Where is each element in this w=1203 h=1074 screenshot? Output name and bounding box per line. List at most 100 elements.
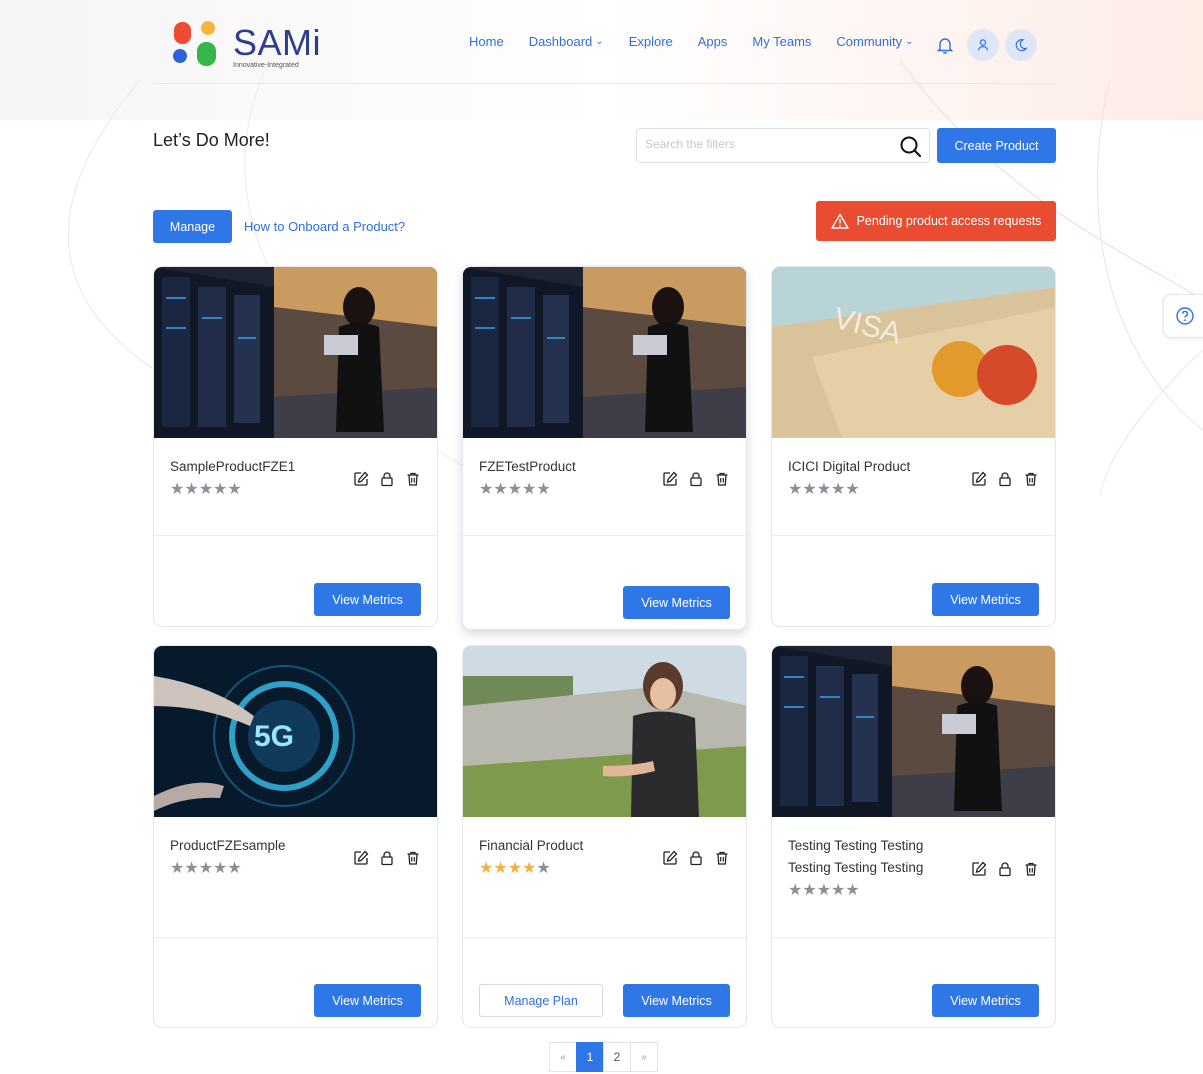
product-name: ICICI Digital Product (788, 459, 911, 474)
card-actions (652, 471, 730, 487)
product-name: ProductFZEsample (170, 838, 286, 853)
card-actions (343, 850, 421, 866)
lock-icon[interactable] (997, 471, 1013, 487)
svg-text:5G: 5G (254, 720, 294, 753)
view-metrics-button[interactable]: View Metrics (314, 984, 421, 1017)
product-card: 5G ProductFZEsample ★★★★★ View Metrics (153, 645, 438, 1028)
pending-requests-button[interactable]: Pending product access requests (816, 201, 1056, 241)
star-rating: ★★★★★ (788, 882, 860, 899)
product-image-server-room (772, 646, 1055, 817)
product-card: Financial Product ★★★★★ Manage Plan View… (462, 645, 747, 1028)
star-rating: ★★★★★ (479, 860, 551, 877)
trash-icon[interactable] (1023, 471, 1039, 487)
moon-icon (1015, 39, 1028, 52)
card-divider (772, 937, 1055, 938)
pagination-page-2[interactable]: 2 (603, 1042, 631, 1072)
product-name: Testing Testing Testing Testing Testing … (788, 838, 924, 875)
card-actions (343, 471, 421, 487)
view-metrics-button[interactable]: View Metrics (314, 583, 421, 616)
help-icon (1176, 307, 1194, 325)
product-image-server-room (463, 267, 746, 438)
product-card: FZETestProduct ★★★★★ View Metrics (462, 266, 747, 630)
search-icon[interactable] (899, 135, 923, 159)
nav-dashboard[interactable]: Dashboard ⌄ (529, 34, 604, 49)
nav-dashboard-label: Dashboard (528, 34, 593, 49)
page: SAMi Innovative-Integrated Home Dashboar… (0, 0, 1203, 1074)
star-rating: ★★★★★ (170, 860, 242, 877)
edit-icon[interactable] (353, 850, 369, 866)
help-button[interactable] (1163, 294, 1203, 338)
edit-icon[interactable] (662, 850, 678, 866)
product-image-5g-hand: 5G (154, 646, 437, 817)
card-divider (154, 535, 437, 536)
edit-icon[interactable] (971, 861, 987, 877)
product-card: Testing Testing Testing Testing Testing … (771, 645, 1056, 1028)
user-icon (977, 39, 989, 51)
product-name: SampleProductFZE1 (170, 459, 296, 474)
product-image-credit-cards: VISA (772, 267, 1055, 438)
edit-icon[interactable] (971, 471, 987, 487)
manage-button[interactable]: Manage (153, 210, 232, 243)
create-product-button[interactable]: Create Product (937, 128, 1056, 163)
manage-plan-button[interactable]: Manage Plan (479, 984, 603, 1017)
main-nav: Home Dashboard ⌄ Explore Apps My Teams Co… (469, 34, 939, 49)
view-metrics-button[interactable]: View Metrics (623, 984, 730, 1017)
card-divider (154, 937, 437, 938)
edit-icon[interactable] (662, 471, 678, 487)
search-field[interactable] (636, 128, 930, 163)
view-metrics-button[interactable]: View Metrics (932, 583, 1039, 616)
nav-community[interactable]: Community ⌄ (836, 34, 913, 49)
pagination-page-1[interactable]: 1 (576, 1042, 604, 1072)
nav-icon-group (937, 29, 1043, 61)
card-divider (772, 535, 1055, 536)
lock-icon[interactable] (379, 850, 395, 866)
product-name: Financial Product (479, 838, 584, 853)
nav-my-teams-label: My Teams (752, 34, 812, 49)
chevron-down-icon: ⌄ (595, 36, 604, 47)
trash-icon[interactable] (405, 471, 421, 487)
edit-icon[interactable] (353, 471, 369, 487)
pagination-next[interactable]: » (630, 1042, 658, 1072)
onboard-product-link[interactable]: How to Onboard a Product? (244, 219, 405, 234)
nav-home[interactable]: Home (469, 34, 504, 49)
trash-icon[interactable] (714, 850, 730, 866)
card-divider (463, 937, 746, 938)
card-actions (961, 471, 1039, 487)
product-image-server-room (154, 267, 437, 438)
nav-apps[interactable]: Apps (698, 34, 728, 49)
star-rating: ★★★★★ (788, 481, 860, 498)
card-actions (652, 850, 730, 866)
logo-tagline: Innovative-Integrated (233, 62, 299, 69)
logo-mark-icon (173, 21, 216, 66)
nav-explore-label: Explore (628, 34, 673, 49)
nav-home-label: Home (469, 34, 504, 49)
lock-icon[interactable] (688, 850, 704, 866)
product-card: SampleProductFZE1 ★★★★★ View Metrics (153, 266, 438, 627)
trash-icon[interactable] (405, 850, 421, 866)
nav-explore[interactable]: Explore (629, 34, 673, 49)
lock-icon[interactable] (379, 471, 395, 487)
nav-apps-label: Apps (697, 34, 728, 49)
nav-my-teams[interactable]: My Teams (752, 34, 811, 49)
trash-icon[interactable] (1023, 861, 1039, 877)
pending-requests-label: Pending product access requests (856, 214, 1042, 228)
pagination: « 1 2 » (549, 1042, 658, 1072)
sami-logo[interactable]: SAMi Innovative-Integrated (171, 18, 321, 74)
page-title: Let’s Do More! (153, 130, 270, 150)
lock-icon[interactable] (688, 471, 704, 487)
card-actions (961, 861, 1039, 877)
chevron-down-icon: ⌄ (905, 36, 914, 47)
product-name: FZETestProduct (479, 459, 576, 474)
pagination-prev[interactable]: « (549, 1042, 577, 1072)
trash-icon[interactable] (714, 471, 730, 487)
lock-icon[interactable] (997, 861, 1013, 877)
theme-toggle-button[interactable] (1005, 29, 1037, 61)
bell-icon[interactable] (937, 36, 953, 54)
product-card: VISA ICICI Digital Product ★★★★★ View Me… (771, 266, 1056, 627)
card-divider (463, 535, 746, 536)
view-metrics-button[interactable]: View Metrics (932, 984, 1039, 1017)
view-metrics-button[interactable]: View Metrics (623, 586, 730, 619)
search-input[interactable] (645, 137, 885, 151)
user-button[interactable] (967, 29, 999, 61)
product-image-runner-watch (463, 646, 746, 817)
